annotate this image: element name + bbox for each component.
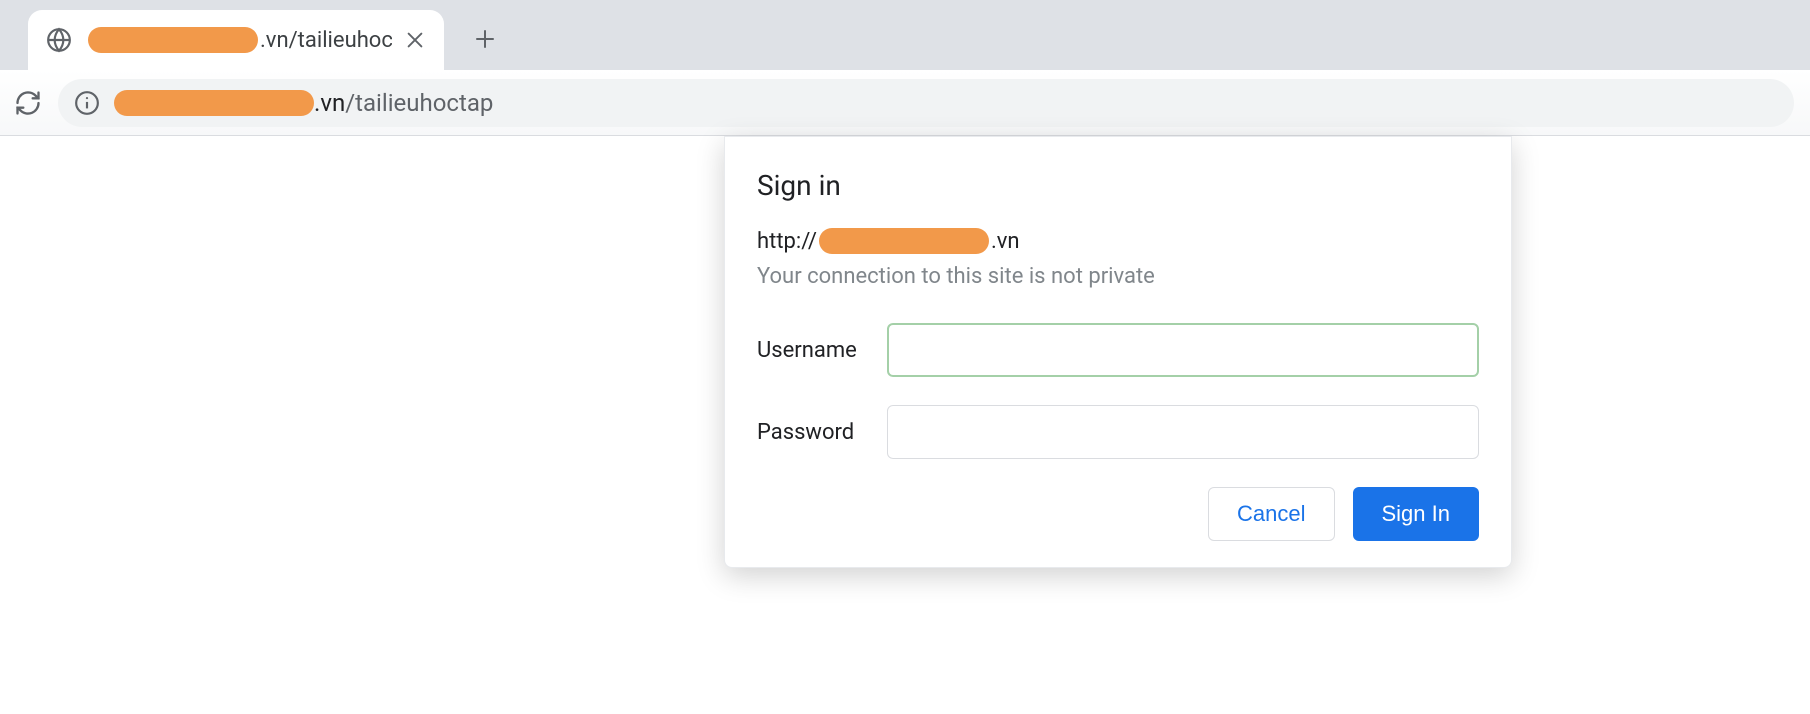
reload-button[interactable]	[0, 70, 56, 135]
browser-tab[interactable]: .vn/tailieuhoct	[28, 10, 444, 70]
cancel-button[interactable]: Cancel	[1208, 487, 1334, 541]
page-content: Sign in http:// .vn Your connection to t…	[0, 136, 1810, 714]
http-auth-dialog: Sign in http:// .vn Your connection to t…	[724, 136, 1512, 568]
address-bar[interactable]: .vn /tailieuhoctap	[58, 79, 1794, 127]
password-input[interactable]	[887, 405, 1479, 459]
tab-title-text: .vn/tailieuhoct	[260, 28, 392, 53]
username-input[interactable]	[887, 323, 1479, 377]
browser-toolbar: .vn /tailieuhoctap	[0, 70, 1810, 136]
new-tab-button[interactable]	[468, 22, 502, 56]
info-icon[interactable]	[74, 90, 100, 116]
url-path: /tailieuhoctap	[345, 89, 493, 117]
username-label: Username	[757, 338, 887, 363]
redaction-block	[819, 228, 989, 254]
signin-button[interactable]: Sign In	[1353, 487, 1480, 541]
dialog-url-suffix: .vn	[991, 229, 1020, 254]
password-label: Password	[757, 420, 887, 445]
close-icon[interactable]	[404, 29, 426, 51]
dialog-url-prefix: http://	[757, 229, 817, 254]
tab-title: .vn/tailieuhoct	[88, 27, 392, 53]
dialog-title: Sign in	[757, 169, 1479, 202]
dialog-warning: Your connection to this site is not priv…	[757, 264, 1479, 289]
redaction-block	[114, 90, 314, 116]
dialog-actions: Cancel Sign In	[757, 487, 1479, 541]
auth-form: Username Password	[757, 323, 1479, 459]
url-tld: .vn	[314, 89, 345, 117]
dialog-url: http:// .vn	[757, 228, 1479, 254]
globe-icon	[46, 27, 72, 53]
url-text: .vn /tailieuhoctap	[114, 89, 1778, 117]
browser-tab-strip: .vn/tailieuhoct	[0, 0, 1810, 70]
redaction-block	[88, 27, 258, 53]
